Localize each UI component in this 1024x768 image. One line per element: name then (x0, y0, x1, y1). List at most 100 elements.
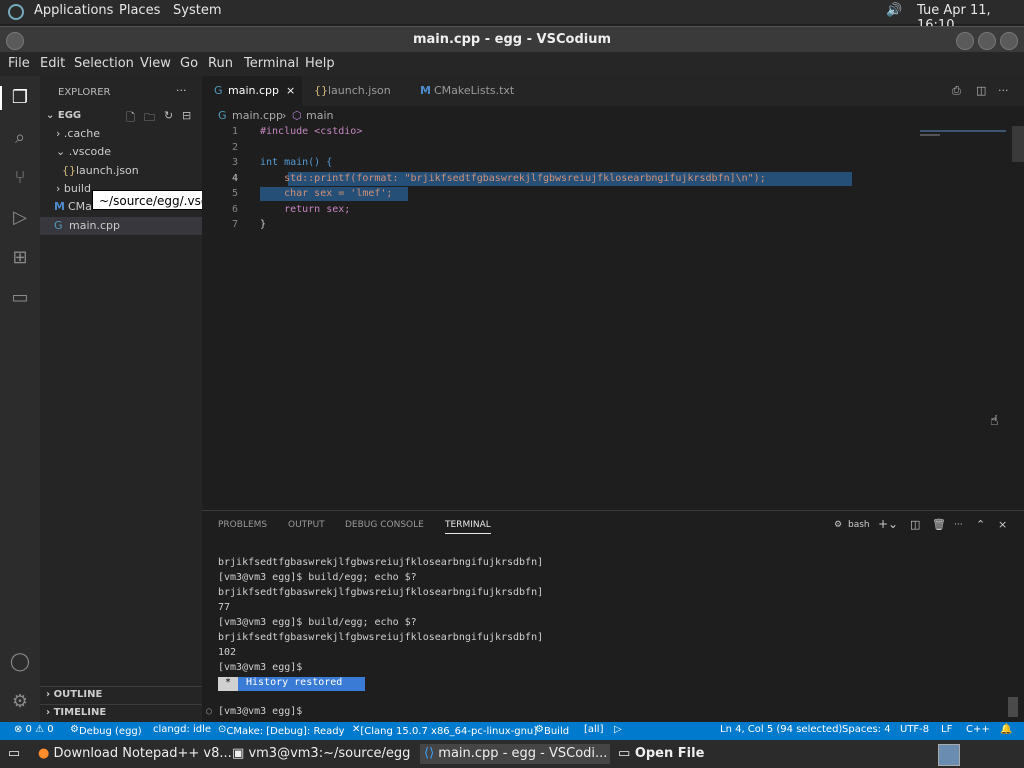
minimize-button[interactable] (956, 32, 974, 50)
tab-launch-json[interactable]: {} launch.json (302, 76, 408, 106)
notifications-bell-icon[interactable]: 🔔 (1000, 724, 1012, 735)
history-star: * (218, 677, 238, 691)
folder-root-egg[interactable]: ⌄ EGG (46, 110, 81, 121)
refresh-icon[interactable]: ↻ (164, 109, 173, 122)
new-file-icon[interactable]: 🗋 (126, 109, 135, 128)
task-terminal[interactable]: ▣ vm3@vm3:~/source/egg (232, 744, 410, 764)
new-terminal-icon[interactable]: +⌄ (878, 517, 898, 531)
panel-tab-problems[interactable]: PROBLEMS (218, 520, 267, 530)
timeline-section[interactable]: › TIMELINE (46, 707, 106, 718)
terminal-line: [vm3@vm3 egg]$ build/egg; echo $? (218, 617, 417, 628)
tree-item-cache[interactable]: › .cache (56, 127, 100, 140)
tree-item-vscode[interactable]: ⌄ .vscode (56, 145, 111, 158)
run-file-icon[interactable]: ⎙ (952, 76, 961, 106)
code-editor[interactable]: 1 2 3 4 5 6 7 #include <cstdio> int main… (202, 126, 1024, 510)
close-button[interactable] (1000, 32, 1018, 50)
search-icon[interactable]: ⌕ (8, 126, 32, 150)
places-menu[interactable]: Places (119, 3, 160, 18)
terminal-scrollbar[interactable] (1008, 697, 1018, 717)
status-cursor-position[interactable]: Ln 4, Col 5 (94 selected) (720, 724, 842, 735)
outline-section[interactable]: › OUTLINE (46, 689, 102, 700)
show-desktop-icon[interactable]: ▭ (4, 744, 24, 764)
status-kit[interactable]: ✕ [Clang 15.0.7 x86_64-pc-linux-gnu] (352, 724, 537, 737)
outline-label: OUTLINE (53, 689, 103, 700)
status-eol[interactable]: LF (941, 724, 952, 735)
tab-main-cpp[interactable]: G main.cpp × (202, 76, 302, 106)
menu-view[interactable]: View (140, 56, 171, 71)
explorer-icon[interactable]: ❐ (8, 86, 32, 110)
status-debug-label: Debug (egg) (78, 726, 142, 737)
extensions-icon[interactable]: ⊞ (8, 246, 32, 270)
source-control-icon[interactable]: ⑂ (8, 166, 32, 190)
menu-selection[interactable]: Selection (74, 56, 134, 71)
window-menu-button[interactable] (6, 32, 24, 50)
menu-terminal[interactable]: Terminal (244, 56, 299, 71)
task-firefox[interactable]: ● Download Notepad++ v8... (38, 744, 232, 764)
terminal-shell-icon: ⚙ (834, 520, 843, 530)
breadcrumb-file[interactable]: main.cpp (232, 109, 283, 122)
run-debug-icon[interactable]: ▷ (8, 206, 32, 230)
status-clangd[interactable]: clangd: idle (153, 724, 211, 735)
system-menu[interactable]: System (173, 3, 221, 18)
task-vscodium[interactable]: ⟨⟩ main.cpp - egg - VSCodi... (420, 744, 610, 764)
status-encoding[interactable]: UTF-8 (900, 724, 929, 735)
panel-tab-terminal[interactable]: TERMINAL (445, 520, 491, 534)
task-open-file[interactable]: ▭ Open File (618, 744, 704, 764)
breadcrumb-symbol[interactable]: main (306, 109, 333, 122)
new-folder-icon[interactable]: 🗀 (144, 109, 155, 128)
window-titlebar[interactable]: main.cpp - egg - VSCodium (0, 26, 1024, 53)
tab-cmakelists[interactable]: M CMakeLists.txt (408, 76, 532, 106)
accounts-icon[interactable]: ◯ (8, 650, 32, 674)
split-terminal-icon[interactable]: ◫ (910, 518, 920, 531)
tree-item-cmakelists[interactable]: CMa (68, 200, 92, 213)
history-restored-text: History restored (246, 677, 343, 688)
settings-gear-icon[interactable]: ⚙ (8, 690, 32, 714)
panel-tab-debug-console[interactable]: DEBUG CONSOLE (345, 520, 424, 530)
status-spaces[interactable]: Spaces: 4 (842, 724, 891, 735)
tree-item-main-cpp[interactable]: main.cpp (69, 219, 120, 232)
applications-menu[interactable]: Applications (34, 3, 113, 18)
task-label: vm3@vm3:~/source/egg (248, 746, 411, 761)
status-cmake[interactable]: ⊙ CMake: [Debug]: Ready (218, 724, 345, 737)
editor-more-icon[interactable]: ··· (998, 76, 1009, 106)
tree-item-build[interactable]: › build (56, 182, 91, 195)
volume-icon[interactable]: 🔊 (886, 3, 902, 18)
gnome-foot-icon[interactable] (8, 4, 24, 20)
status-debug[interactable]: ⚙ Debug (egg) (70, 724, 142, 737)
terminal-prompt[interactable]: [vm3@vm3 egg]$ (218, 706, 302, 717)
explorer-sidebar: EXPLORER ··· ⌄ EGG 🗋 🗀 ↻ ⊟ › .cache ⌄ .v… (40, 76, 202, 722)
tree-item-launch-json[interactable]: launch.json (76, 164, 139, 177)
collapse-all-icon[interactable]: ⊟ (182, 109, 191, 122)
terminal-shell-name[interactable]: bash (848, 520, 870, 530)
tab-close-icon[interactable]: × (286, 76, 295, 106)
kill-terminal-icon[interactable]: 🗑 (932, 518, 946, 531)
maximize-button[interactable] (978, 32, 996, 50)
menu-help[interactable]: Help (305, 56, 335, 71)
menu-edit[interactable]: Edit (40, 56, 65, 71)
menu-run[interactable]: Run (208, 56, 233, 71)
editor-scrollbar[interactable] (1012, 126, 1024, 162)
cmake-tab-icon: M (420, 84, 431, 97)
split-editor-icon[interactable]: ◫ (976, 76, 986, 106)
status-launch-icon[interactable]: ▷ (614, 724, 622, 735)
status-language[interactable]: C++ (966, 724, 990, 735)
status-problems[interactable]: ⊗ 0 ⚠ 0 (14, 724, 54, 735)
minimap[interactable] (918, 126, 1010, 140)
explorer-header: EXPLORER (58, 87, 111, 98)
panel-more-icon[interactable]: ··· (954, 520, 963, 530)
workspace-switcher[interactable] (938, 744, 960, 766)
more-actions-icon[interactable]: ··· (176, 84, 187, 97)
timeline-label: TIMELINE (53, 707, 107, 718)
function-symbol-icon: ⬡ (292, 109, 302, 122)
menu-file[interactable]: File (8, 56, 30, 71)
status-target[interactable]: [all] (584, 724, 604, 735)
terminal-line: [vm3@vm3 egg]$ (218, 662, 303, 673)
maximize-panel-icon[interactable]: ⌃ (976, 518, 985, 531)
remote-explorer-icon[interactable]: ▭ (8, 286, 32, 310)
menu-go[interactable]: Go (180, 56, 198, 71)
cpp-tab-icon: G (214, 84, 223, 97)
close-panel-icon[interactable]: × (998, 518, 1007, 531)
panel-tab-output[interactable]: OUTPUT (288, 520, 325, 530)
activity-bar: ❐ ⌕ ⑂ ▷ ⊞ ▭ ◯ ⚙ (0, 76, 40, 722)
status-build[interactable]: ⚙ Build (535, 724, 569, 737)
